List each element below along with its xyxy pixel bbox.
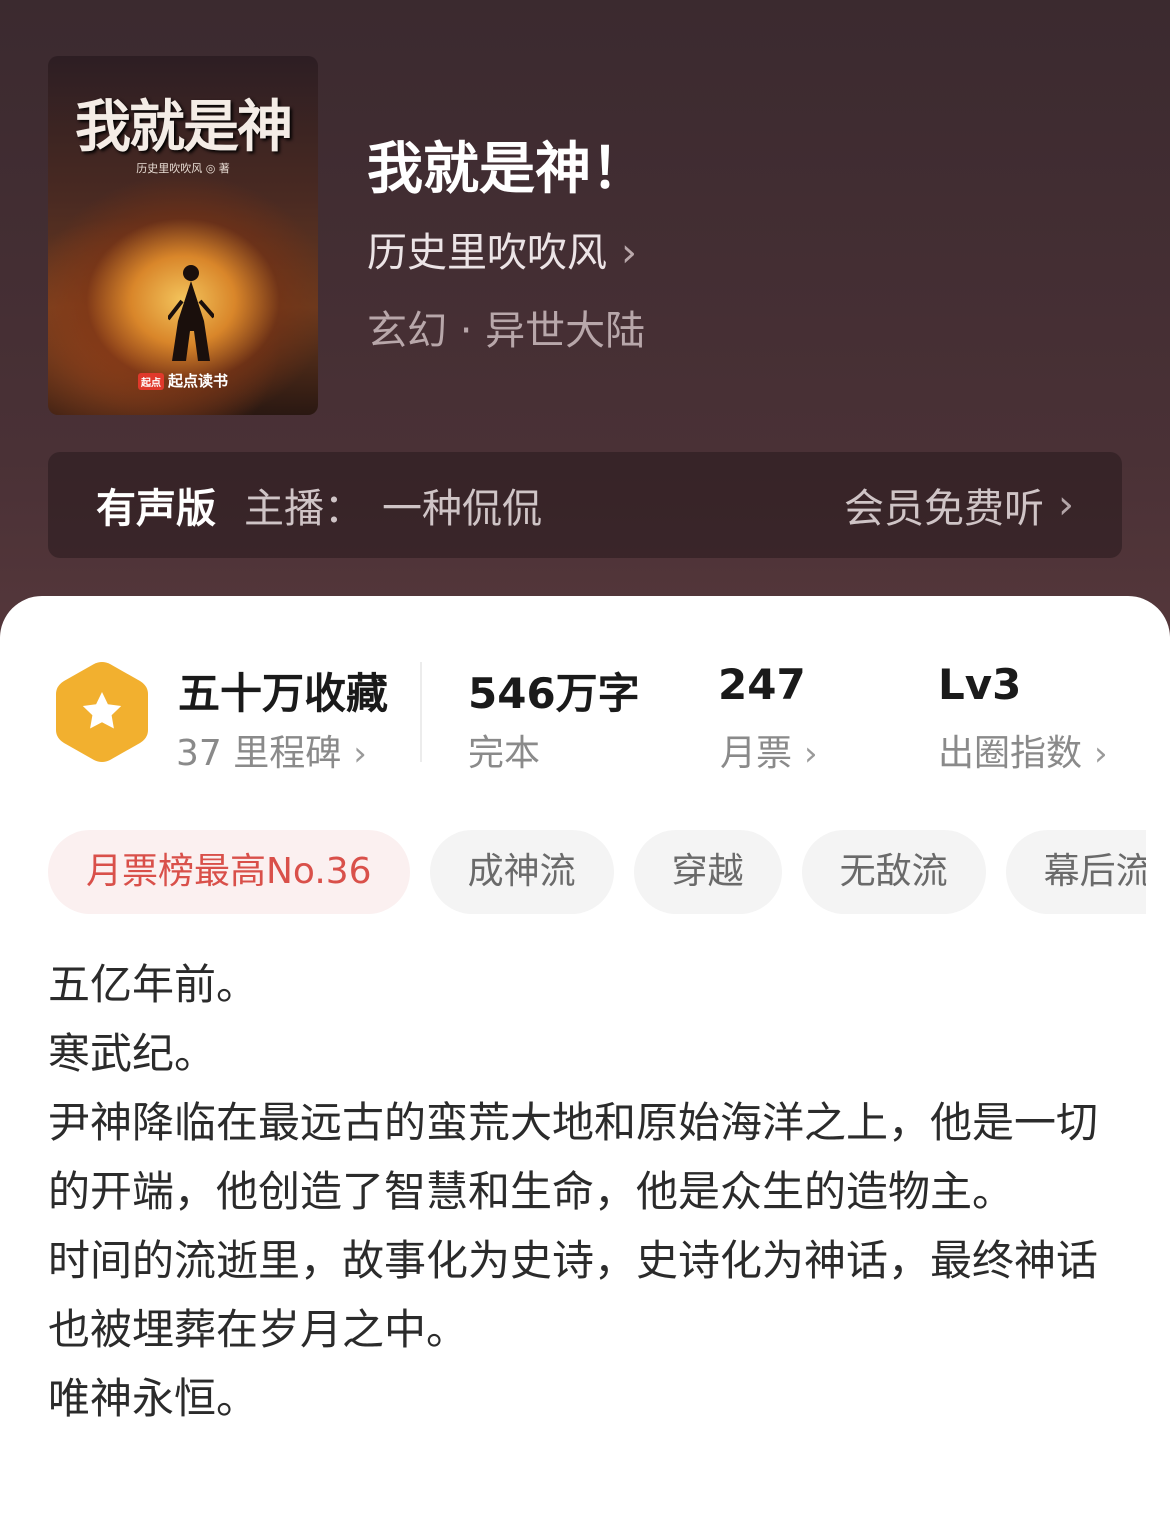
monthly-votes-label: 月票 (720, 733, 793, 774)
tag-rank[interactable]: 月票榜最高No.36 (48, 830, 410, 914)
chevron-right-icon: › (1094, 734, 1108, 774)
cover-brand: 起点 起点读书 (48, 370, 318, 391)
milestone-link[interactable]: 37 里程碑 › (176, 724, 367, 776)
stats-row: 五十万收藏 37 里程碑 › 546万字 完本 247 月票 › Lv3 出圈指数 › (0, 596, 1170, 796)
popularity-level: Lv3 (938, 660, 1022, 709)
tag-item[interactable]: 无敌流 (801, 830, 986, 914)
chevron-right-icon: › (804, 734, 818, 774)
tag-item[interactable]: 幕后流 (1005, 830, 1146, 914)
chevron-right-icon: › (621, 230, 637, 276)
popularity-index-link[interactable]: 出圈指数 › (938, 724, 1108, 776)
monthly-votes-count: 247 (718, 660, 806, 709)
stats-divider (420, 662, 422, 762)
tag-list: 月票榜最高No.36 成神流 穿越 无敌流 幕后流 (48, 830, 1146, 916)
synopsis-line: 唯神永恒。 (48, 1374, 259, 1423)
star-hexagon-icon[interactable] (52, 658, 152, 766)
chevron-right-icon: › (353, 734, 367, 774)
audio-narrator: 主播： 一种侃侃 (244, 476, 542, 534)
book-title: 我就是神！ (367, 137, 647, 202)
cover-figure-illustration (168, 265, 214, 361)
author-link[interactable]: 历史里吹吹风 › (367, 220, 637, 278)
synopsis[interactable]: 五亿年前。 寒武纪。 尹神降临在最远古的蛮荒大地和原始海洋之上，他是一切的开端，… (48, 950, 1122, 1433)
audio-version-bar[interactable]: 有声版 主播： 一种侃侃 会员免费听 › (48, 452, 1122, 558)
book-cover[interactable]: 我就是神 历史里吹吹风 ◎ 著 起点 起点读书 (48, 56, 318, 415)
synopsis-line: 寒武纪。 (48, 1029, 217, 1078)
book-category: 玄幻 · 异世大陆 (367, 308, 646, 354)
synopsis-line: 尹神降临在最远古的蛮荒大地和原始海洋之上，他是一切的开端，他创造了智慧和生命，他… (48, 1098, 1099, 1216)
synopsis-line: 五亿年前。 (48, 960, 259, 1009)
word-count: 546万字 (468, 669, 640, 718)
chevron-right-icon: › (1058, 482, 1074, 528)
milestone-label: 37 里程碑 (176, 733, 342, 774)
completion-status: 完本 (468, 733, 541, 774)
monthly-votes-link[interactable]: 月票 › (720, 724, 818, 776)
brand-logo: 起点 (137, 373, 164, 390)
audio-label: 有声版 (96, 486, 216, 532)
tag-item[interactable]: 成神流 (429, 830, 614, 914)
book-info-card: 五十万收藏 37 里程碑 › 546万字 完本 247 月票 › Lv3 出圈指数 ›… (0, 596, 1170, 1524)
author-name: 历史里吹吹风 (367, 230, 607, 276)
member-free-listen-label: 会员免费听 (844, 486, 1044, 532)
cover-author: 历史里吹吹风 ◎ 著 (136, 162, 230, 175)
narrator-name: 一种侃侃 (382, 486, 542, 532)
collect-count: 五十万收藏 (178, 669, 389, 718)
narrator-prefix: 主播： (244, 486, 364, 532)
brand-name: 起点读书 (167, 372, 228, 390)
synopsis-line: 时间的流逝里，故事化为史诗，史诗化为神话，最终神话也被埋葬在岁月之中。 (48, 1236, 1099, 1354)
book-detail-page: 我就是神 历史里吹吹风 ◎ 著 起点 起点读书 我就是神！ 历史里吹吹风 › 玄幻 … (0, 0, 1170, 1524)
cover-title: 我就是神 (75, 94, 293, 160)
popularity-index-label: 出圈指数 (938, 733, 1083, 774)
member-free-listen-link[interactable]: 会员免费听 › (844, 476, 1074, 534)
tag-item[interactable]: 穿越 (633, 830, 782, 914)
